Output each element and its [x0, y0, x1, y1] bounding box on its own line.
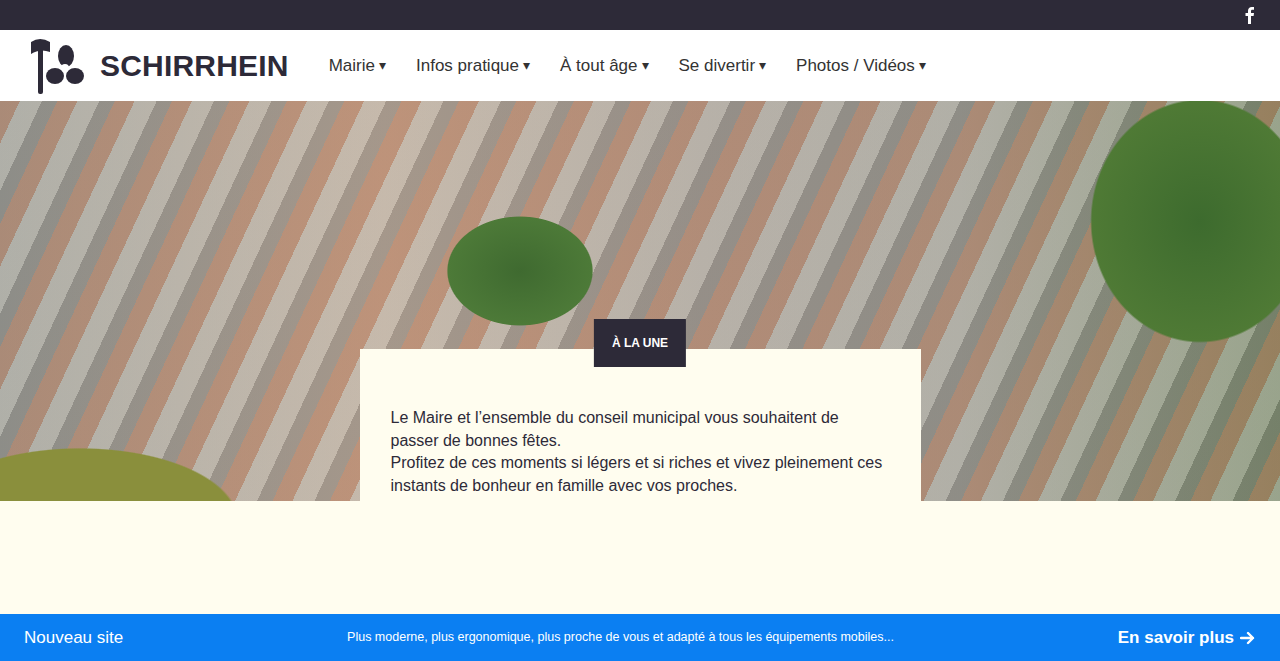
dropdown-caret: ▾ [379, 55, 386, 76]
menu-label: Photos / Vidéos [796, 53, 915, 79]
notice-bar: Nouveau site Plus moderne, plus ergonomiq… [0, 614, 1280, 661]
feature-card: À LA UNELe Maire et l’ensemble du consei… [360, 349, 921, 533]
menu-label: À tout âge [560, 53, 638, 79]
main-menu: Mairie▾Infos pratique▾À tout âge▾Se dive… [329, 53, 926, 79]
notice-text: Plus moderne, plus ergonomique, plus pro… [347, 628, 894, 647]
site-logo[interactable]: SCHIRRHEIN [30, 36, 289, 96]
feature-paragraph: Le Maire et l’ensemble du conseil munici… [391, 407, 890, 452]
menu-label: Mairie [329, 53, 375, 79]
notice-title: Nouveau site [24, 625, 123, 651]
facebook-icon [1242, 6, 1256, 24]
menu-label: Infos pratique [416, 53, 519, 79]
menu-label: Se divertir [679, 53, 756, 79]
menu-item[interactable]: Photos / Vidéos▾ [796, 53, 926, 79]
dropdown-caret: ▾ [919, 55, 926, 76]
more-link[interactable]: En savoir plus [1118, 625, 1256, 651]
menu-item[interactable]: Infos pratique▾ [416, 53, 530, 79]
top-bar [0, 0, 1280, 30]
menu-item[interactable]: À tout âge▾ [560, 53, 649, 79]
site-name: SCHIRRHEIN [100, 43, 289, 88]
dropdown-caret: ▾ [642, 55, 649, 76]
dropdown-caret: ▾ [523, 55, 530, 76]
more-link-label: En savoir plus [1118, 625, 1234, 651]
menu-item[interactable]: Se divertir▾ [679, 53, 767, 79]
facebook-link[interactable] [1242, 6, 1256, 24]
axe-flower-logo-icon [30, 36, 84, 96]
feature-paragraph: Profitez de ces moments si légers et si … [391, 452, 890, 497]
feature-area: À LA UNELe Maire et l’ensemble du consei… [0, 349, 1280, 533]
menu-item[interactable]: Mairie▾ [329, 53, 386, 79]
arrow-right-icon [1240, 630, 1256, 646]
dropdown-caret: ▾ [759, 55, 766, 76]
feature-badge: À LA UNE [594, 319, 686, 367]
main-navbar: SCHIRRHEINMairie▾Infos pratique▾À tout â… [0, 30, 1280, 101]
